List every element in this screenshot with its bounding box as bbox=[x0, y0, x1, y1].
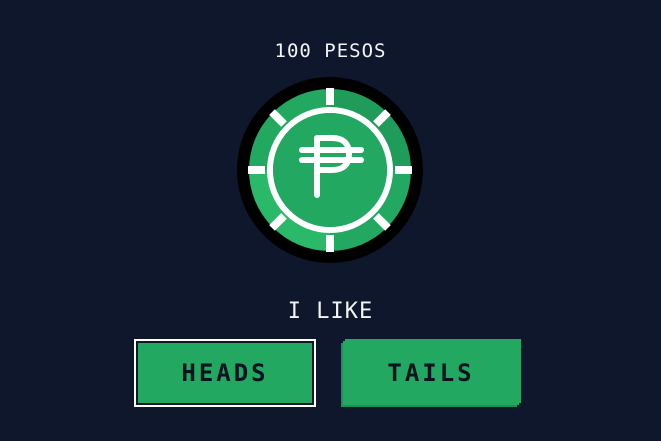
choice-prompt: I LIKE bbox=[287, 299, 374, 324]
tails-button[interactable]: TAILS bbox=[343, 341, 519, 405]
coin bbox=[235, 75, 425, 265]
heads-button[interactable]: HEADS bbox=[134, 339, 316, 407]
bet-amount-label: 100 PESOS bbox=[274, 40, 387, 62]
coin-flip-screen: 100 PESOS I LIKE HEADS TAILS bbox=[0, 0, 661, 441]
peso-coin-icon bbox=[237, 77, 423, 263]
heads-button-label: HEADS bbox=[181, 359, 269, 387]
tails-button-label: TAILS bbox=[387, 359, 475, 387]
